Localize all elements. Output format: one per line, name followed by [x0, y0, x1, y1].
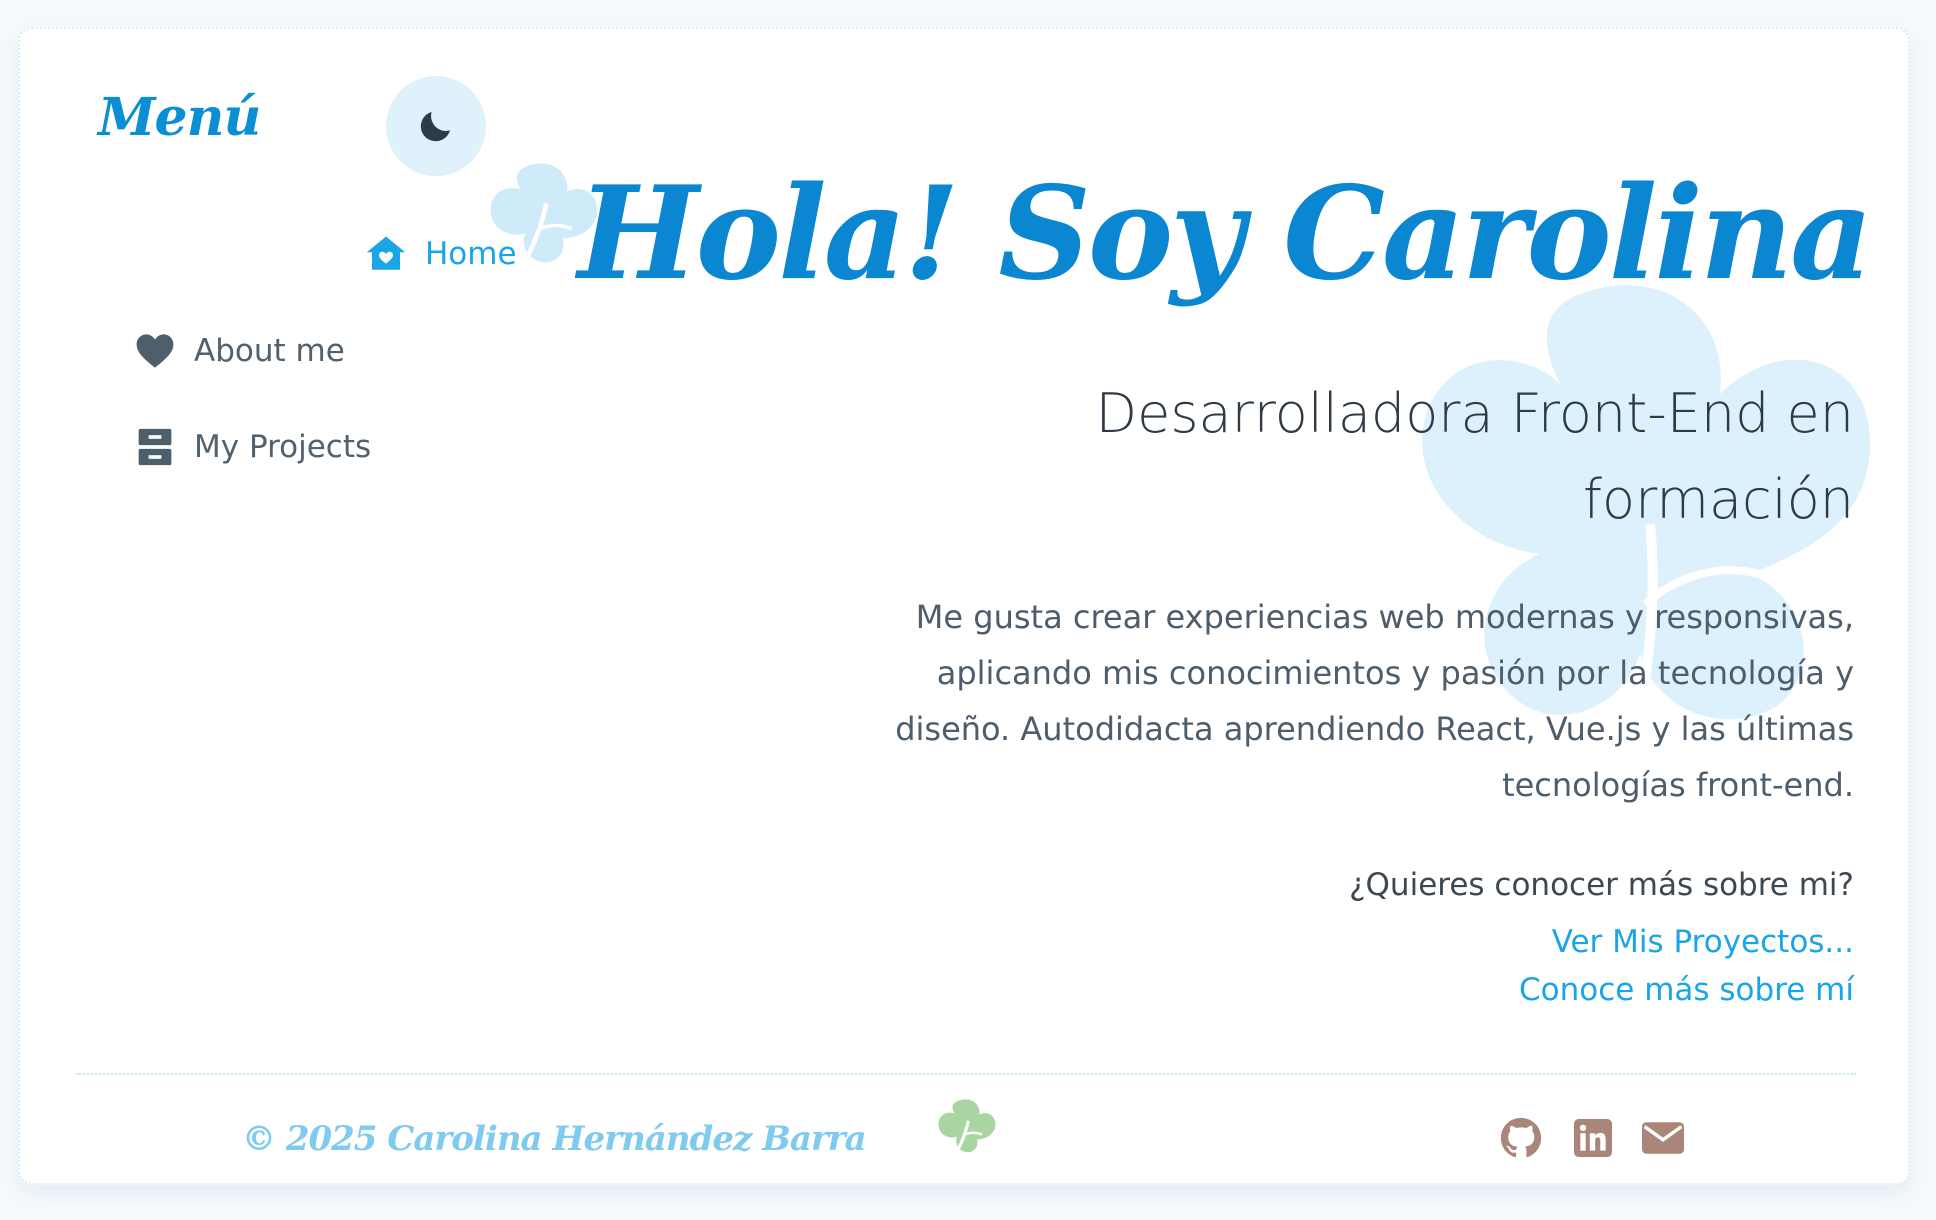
mail-link[interactable]	[1640, 1115, 1686, 1161]
archive-icon	[134, 426, 176, 468]
menu-title: Menú	[98, 87, 261, 148]
github-link[interactable]	[1498, 1115, 1544, 1161]
footer-divider	[76, 1073, 1856, 1075]
about-me-link[interactable]: Conoce más sobre mí	[1519, 972, 1854, 1008]
sidebar-item-projects[interactable]: My Projects	[134, 426, 371, 468]
leaf-logo-icon	[938, 1099, 996, 1158]
moon-icon	[420, 112, 450, 142]
sidebar-item-label: Home	[425, 236, 517, 272]
sidebar-item-home[interactable]: Home	[365, 233, 517, 275]
theme-toggle-button[interactable]	[386, 76, 486, 176]
hero-title: Hola! Soy Carolina	[577, 159, 1873, 309]
cta-question: ¿Quieres conocer más sobre mi?	[1349, 867, 1854, 903]
page-card: Menú Home About me My Projects Hola! Soy…	[18, 27, 1910, 1185]
hero-description: Me gusta crear experiencias web modernas…	[895, 598, 1854, 804]
hero-subtitle: Desarrolladora Front-End en formación	[1095, 382, 1854, 531]
sidebar-item-about[interactable]: About me	[134, 330, 345, 372]
home-icon	[365, 233, 407, 275]
linkedin-link[interactable]	[1570, 1115, 1616, 1161]
sidebar-item-label: About me	[194, 333, 345, 369]
heart-icon	[134, 330, 176, 372]
linkedin-icon	[1574, 1119, 1612, 1157]
mail-icon	[1642, 1122, 1684, 1154]
copyright-text: © 2025 Carolina Hernández Barra	[242, 1119, 867, 1159]
sidebar-item-label: My Projects	[194, 429, 372, 465]
view-projects-link[interactable]: Ver Mis Proyectos...	[1552, 924, 1854, 960]
github-icon	[1500, 1117, 1542, 1158]
